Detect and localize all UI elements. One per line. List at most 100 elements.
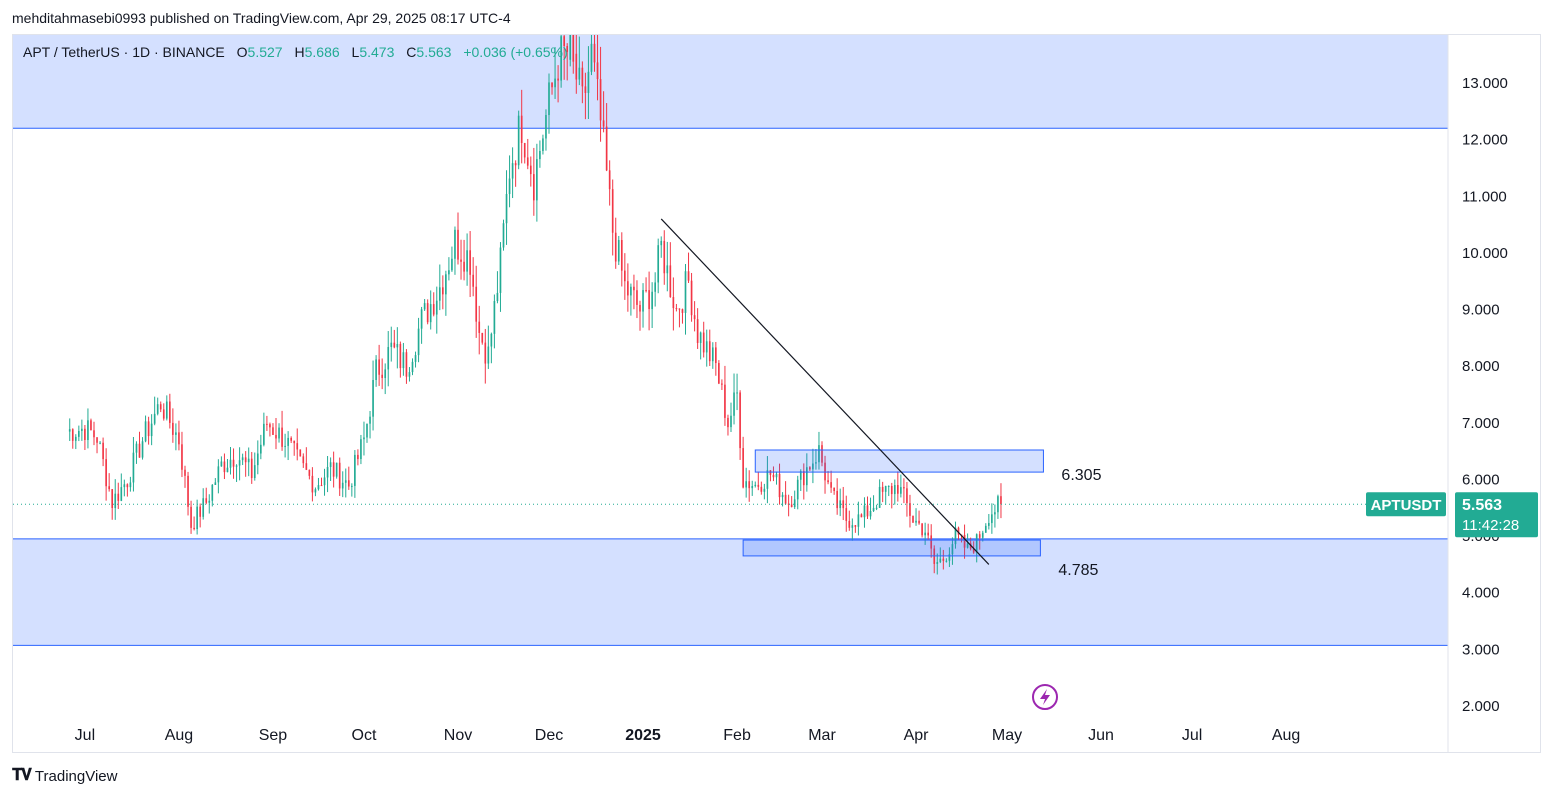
- candle-body: [460, 259, 462, 262]
- candle-body: [338, 462, 341, 489]
- candle-body: [463, 261, 465, 272]
- candle-body: [81, 428, 83, 431]
- candle-body: [772, 474, 775, 478]
- candle-body: [426, 303, 429, 323]
- candle-body: [642, 290, 644, 312]
- candle-body: [903, 487, 905, 489]
- candle-body: [657, 245, 660, 283]
- candle-body: [96, 437, 98, 443]
- candle-body: [138, 443, 141, 458]
- candle-body: [630, 286, 632, 296]
- candle-body: [872, 507, 875, 511]
- candle-body: [187, 475, 189, 507]
- candle-body: [778, 473, 781, 498]
- candle-body: [323, 477, 326, 486]
- candle-body: [542, 138, 544, 151]
- candle-body: [854, 525, 857, 527]
- candle-body: [827, 480, 829, 483]
- candle-body: [214, 482, 217, 485]
- candle-body: [305, 463, 308, 470]
- y-tick-label: 10.000: [1462, 245, 1508, 262]
- candle-body: [347, 480, 350, 487]
- y-tick-label: 3.000: [1462, 641, 1500, 658]
- candle-body: [517, 115, 520, 166]
- candle-body: [869, 510, 872, 517]
- candle-body: [763, 488, 766, 492]
- candle-body: [593, 43, 596, 63]
- candle-body: [623, 270, 626, 282]
- candle-body: [126, 484, 129, 488]
- level-box[interactable]: [742, 539, 1041, 557]
- candle-body: [984, 525, 987, 533]
- candle-body: [435, 300, 438, 315]
- candle-body: [372, 380, 374, 417]
- candle-body: [775, 473, 778, 478]
- candle-body: [602, 120, 605, 127]
- x-tick-label: Apr: [904, 727, 930, 744]
- legend-symbol[interactable]: APT / TetherUS · 1D · BINANCE: [23, 44, 225, 60]
- candle-body: [129, 482, 132, 488]
- candle-body: [387, 346, 390, 370]
- candle-body: [102, 442, 104, 460]
- trendline[interactable]: [660, 218, 990, 565]
- legend-open: 5.527: [247, 44, 283, 60]
- candle-body: [991, 514, 993, 524]
- candle-body: [350, 485, 353, 487]
- candle-body: [381, 374, 384, 378]
- candle-body: [202, 498, 205, 517]
- candle-body: [414, 355, 417, 362]
- candle-body: [857, 514, 860, 527]
- candle-body: [308, 469, 311, 476]
- candle-body: [466, 250, 468, 272]
- level-box[interactable]: [754, 449, 1044, 473]
- candle-body: [329, 462, 332, 468]
- candle-body: [942, 558, 945, 561]
- lower-demand-zone: [13, 538, 1448, 646]
- candle-body: [144, 421, 147, 442]
- footer-brand[interactable]: 𝐓𝐕 TradingView: [12, 767, 117, 785]
- candle-body: [396, 344, 399, 348]
- candle-body: [71, 429, 74, 441]
- candle-body: [469, 250, 471, 275]
- candle-body: [900, 487, 902, 494]
- candle-body: [208, 500, 211, 503]
- candle-body: [429, 304, 432, 323]
- candle-body: [529, 165, 532, 175]
- candle-body: [760, 486, 763, 492]
- candle-body: [781, 494, 784, 498]
- x-tick-label: Dec: [535, 727, 563, 744]
- candle-body: [369, 416, 371, 424]
- y-tick-label: 4.000: [1462, 585, 1500, 602]
- candle-body: [611, 189, 614, 233]
- candle-body: [654, 282, 657, 292]
- candle-body: [320, 485, 323, 487]
- candle-body: [845, 508, 848, 521]
- candle-body: [114, 493, 117, 508]
- candle-body: [860, 514, 863, 518]
- x-tick-label: Feb: [723, 727, 751, 744]
- candle-body: [256, 453, 259, 466]
- candle-body: [238, 460, 241, 466]
- candle-body: [736, 392, 738, 394]
- last-price-value: 5.563: [1462, 497, 1502, 514]
- candle-body: [478, 321, 481, 333]
- candle-body: [441, 287, 444, 295]
- candle-body: [184, 469, 186, 476]
- candle-body: [887, 486, 890, 488]
- y-tick-label: 7.000: [1462, 415, 1500, 432]
- candle-body: [438, 287, 441, 301]
- candle-body: [232, 459, 235, 467]
- candle-body: [839, 500, 842, 509]
- candle-body: [742, 448, 744, 488]
- candle-body: [487, 346, 490, 364]
- candle-body: [836, 490, 839, 509]
- price-chart[interactable]: 13.000 12.000 11.000 10.000 9.000 8.000 7.000 6…: [0, 0, 1554, 798]
- candle-body: [278, 427, 280, 439]
- candle-body: [420, 309, 423, 329]
- candle-body: [132, 452, 135, 483]
- candle-body: [357, 454, 359, 460]
- x-tick-label: Jul: [1182, 727, 1202, 744]
- candle-body: [608, 170, 611, 190]
- candle-body: [627, 281, 629, 296]
- x-tick-label: Oct: [352, 727, 377, 744]
